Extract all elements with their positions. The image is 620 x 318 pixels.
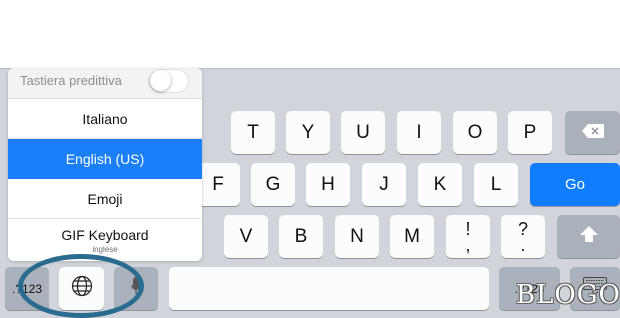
language-popover: Tastiera predittiva Italiano English (US… <box>8 68 202 261</box>
key-question-period[interactable]: ? . <box>501 215 545 258</box>
globe-icon <box>71 275 93 303</box>
globe-key[interactable] <box>59 267 104 310</box>
shift-key[interactable] <box>557 215 620 258</box>
language-option-emoji[interactable]: Emoji <box>8 179 202 219</box>
language-option-sublabel: inglese <box>92 245 118 254</box>
shift-icon <box>579 225 598 248</box>
microphone-icon <box>131 276 141 301</box>
language-option-italiano[interactable]: Italiano <box>8 99 202 139</box>
backspace-icon <box>581 122 604 144</box>
language-option-english-us[interactable]: English (US) <box>8 139 202 179</box>
key-y[interactable]: Y <box>286 111 330 154</box>
key-v[interactable]: V <box>224 215 268 258</box>
key-o[interactable]: O <box>453 111 497 154</box>
blogo-watermark: BLOGO <box>516 280 620 310</box>
key-n[interactable]: N <box>335 215 379 258</box>
predictive-keyboard-toggle[interactable] <box>149 69 189 93</box>
key-f[interactable]: F <box>196 163 240 206</box>
key-p[interactable]: P <box>508 111 552 154</box>
key-u[interactable]: U <box>341 111 385 154</box>
predictive-keyboard-label: Tastiera predittiva <box>20 73 122 88</box>
key-j[interactable]: J <box>362 163 406 206</box>
microphone-key[interactable] <box>114 267 158 310</box>
key-i[interactable]: I <box>397 111 441 154</box>
key-k[interactable]: K <box>418 163 462 206</box>
key-g[interactable]: G <box>251 163 295 206</box>
key-l[interactable]: L <box>474 163 518 206</box>
go-button[interactable]: Go <box>530 163 620 206</box>
numbers-key-left[interactable]: .?123 <box>5 267 49 310</box>
key-h[interactable]: H <box>306 163 350 206</box>
key-exclamation-comma[interactable]: ! , <box>446 215 490 258</box>
key-m[interactable]: M <box>390 215 434 258</box>
space-bar[interactable] <box>169 267 489 310</box>
key-bottom-glyph: . <box>520 234 526 255</box>
key-b[interactable]: B <box>279 215 323 258</box>
key-t[interactable]: T <box>231 111 275 154</box>
toggle-knob <box>150 70 171 91</box>
predictive-keyboard-row: Tastiera predittiva <box>8 68 202 99</box>
backspace-key[interactable] <box>565 111 620 154</box>
key-bottom-glyph: , <box>465 234 471 255</box>
